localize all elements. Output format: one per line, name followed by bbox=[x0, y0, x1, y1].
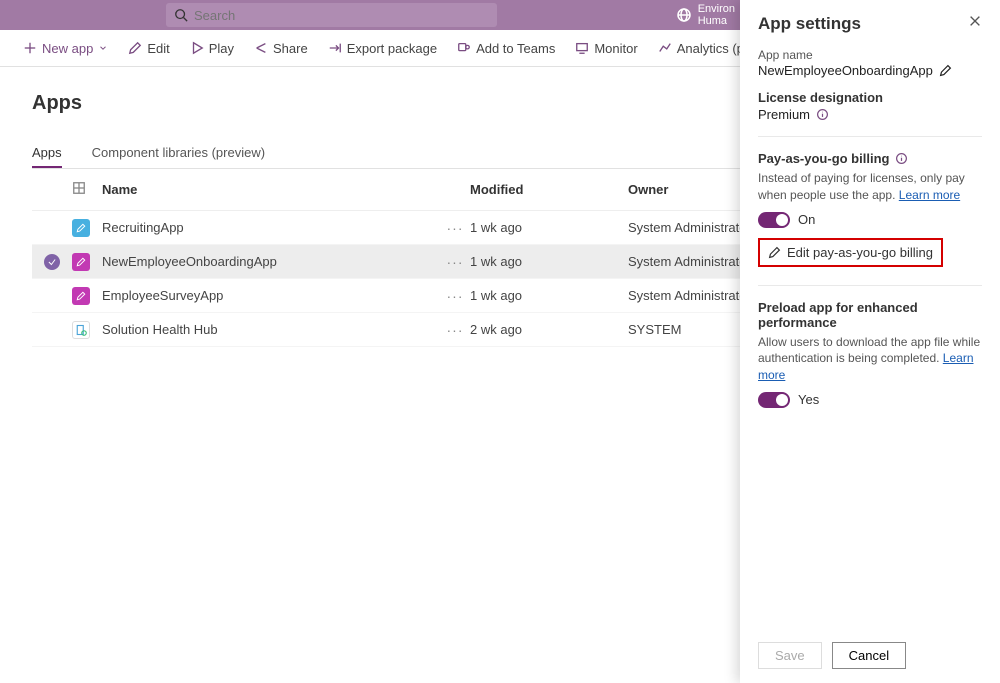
close-icon bbox=[968, 14, 982, 28]
app-name: Solution Health Hub bbox=[102, 322, 440, 337]
payg-toggle[interactable] bbox=[758, 212, 790, 228]
teams-icon bbox=[457, 41, 471, 55]
cancel-button[interactable]: Cancel bbox=[832, 642, 906, 669]
preload-title: Preload app for enhanced performance bbox=[758, 300, 982, 330]
export-button[interactable]: Export package bbox=[320, 37, 445, 60]
save-button: Save bbox=[758, 642, 822, 669]
monitor-icon bbox=[575, 41, 589, 55]
app-name: EmployeeSurveyApp bbox=[102, 288, 440, 303]
app-type-icon bbox=[72, 253, 90, 271]
preload-toggle[interactable] bbox=[758, 392, 790, 408]
tab-component-libraries[interactable]: Component libraries (preview) bbox=[92, 139, 265, 168]
app-type-icon bbox=[72, 321, 90, 339]
modified-cell: 2 wk ago bbox=[470, 322, 628, 337]
payg-toggle-label: On bbox=[798, 212, 815, 227]
play-button[interactable]: Play bbox=[182, 37, 242, 60]
edit-button[interactable]: Edit bbox=[120, 37, 177, 60]
modified-cell: 1 wk ago bbox=[470, 288, 628, 303]
teams-button[interactable]: Add to Teams bbox=[449, 37, 563, 60]
col-modified[interactable]: Modified bbox=[470, 182, 628, 197]
env-label: Environ bbox=[698, 3, 735, 15]
payg-help: Instead of paying for licenses, only pay… bbox=[758, 170, 982, 204]
more-actions-button[interactable]: ··· bbox=[440, 288, 470, 304]
column-icon[interactable] bbox=[72, 181, 102, 198]
license-label: License designation bbox=[758, 90, 982, 105]
license-value: Premium bbox=[758, 107, 982, 122]
panel-title: App settings bbox=[758, 14, 861, 34]
pencil-icon[interactable] bbox=[939, 64, 952, 77]
preload-toggle-label: Yes bbox=[798, 392, 819, 407]
environment-block[interactable]: Environ Huma bbox=[676, 3, 735, 27]
pencil-icon bbox=[128, 41, 142, 55]
pencil-icon bbox=[768, 246, 781, 259]
appname-label: App name bbox=[758, 48, 982, 62]
preload-help: Allow users to download the app file whi… bbox=[758, 334, 982, 384]
chevron-down-icon bbox=[98, 41, 108, 55]
col-name[interactable]: Name bbox=[102, 182, 440, 197]
learn-more-link[interactable]: Learn more bbox=[899, 188, 960, 202]
plus-icon bbox=[23, 41, 37, 55]
app-type-icon bbox=[72, 219, 90, 237]
app-name: NewEmployeeOnboardingApp bbox=[102, 254, 440, 269]
app-name: RecruitingApp bbox=[102, 220, 440, 235]
more-actions-button[interactable]: ··· bbox=[440, 254, 470, 270]
selected-check-icon bbox=[44, 254, 60, 270]
app-settings-panel: App settings App name NewEmployeeOnboard… bbox=[740, 0, 1000, 683]
play-icon bbox=[190, 41, 204, 55]
appname-value: NewEmployeeOnboardingApp bbox=[758, 63, 982, 78]
search-input[interactable] bbox=[194, 8, 489, 23]
env-name: Huma bbox=[698, 15, 735, 27]
search-icon bbox=[174, 8, 188, 22]
info-icon[interactable] bbox=[895, 152, 908, 165]
more-actions-button[interactable]: ··· bbox=[440, 322, 470, 338]
search-box[interactable] bbox=[166, 3, 497, 27]
new-app-button[interactable]: New app bbox=[15, 37, 116, 60]
share-icon bbox=[254, 41, 268, 55]
info-icon[interactable] bbox=[816, 108, 829, 121]
share-button[interactable]: Share bbox=[246, 37, 316, 60]
modified-cell: 1 wk ago bbox=[470, 254, 628, 269]
layout-icon bbox=[72, 181, 86, 195]
monitor-button[interactable]: Monitor bbox=[567, 37, 645, 60]
close-button[interactable] bbox=[968, 14, 982, 33]
payg-title: Pay-as-you-go billing bbox=[758, 151, 889, 166]
more-actions-button[interactable]: ··· bbox=[440, 220, 470, 236]
analytics-icon bbox=[658, 41, 672, 55]
environment-icon bbox=[676, 7, 692, 23]
modified-cell: 1 wk ago bbox=[470, 220, 628, 235]
app-type-icon bbox=[72, 287, 90, 305]
export-icon bbox=[328, 41, 342, 55]
edit-payg-button[interactable]: Edit pay-as-you-go billing bbox=[758, 238, 943, 267]
tab-apps[interactable]: Apps bbox=[32, 139, 62, 168]
